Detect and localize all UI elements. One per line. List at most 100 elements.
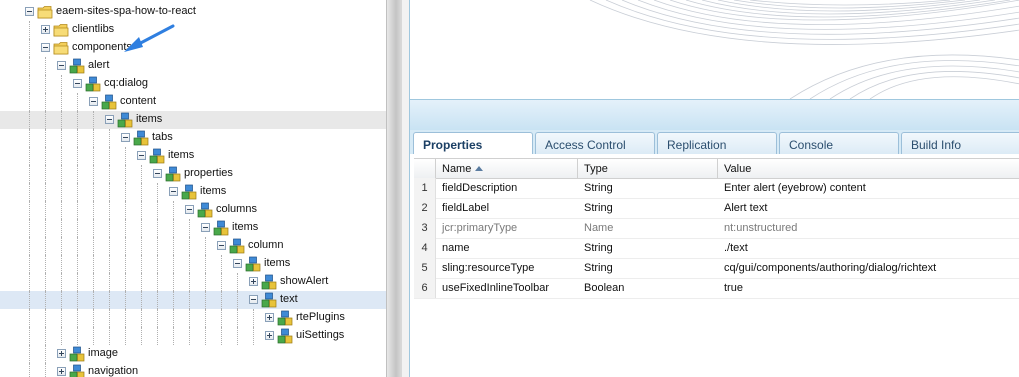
tree-guide-line bbox=[125, 273, 126, 291]
row-number: 1 bbox=[414, 178, 436, 198]
tree-node[interactable]: items bbox=[0, 183, 386, 201]
collapse-icon[interactable] bbox=[25, 7, 34, 16]
tree-guide-line bbox=[125, 183, 126, 201]
collapse-icon[interactable] bbox=[201, 223, 210, 232]
tab-console[interactable]: Console bbox=[779, 132, 899, 154]
table-row[interactable]: 3 jcr:primaryType Name nt:unstructured bbox=[414, 218, 1019, 239]
property-type: String bbox=[584, 242, 613, 254]
tree-guide-line bbox=[77, 183, 78, 201]
tree-guide-line bbox=[109, 219, 110, 237]
tree-node[interactable]: content bbox=[0, 93, 386, 111]
collapse-icon[interactable] bbox=[169, 187, 178, 196]
expand-icon[interactable] bbox=[57, 367, 66, 376]
tab-replication[interactable]: Replication bbox=[657, 132, 777, 154]
tree-node-label: uiSettings bbox=[296, 329, 345, 341]
tab-properties[interactable]: Properties bbox=[413, 132, 533, 155]
tree-node[interactable]: items bbox=[0, 111, 386, 129]
tree-node[interactable]: column bbox=[0, 237, 386, 255]
tree-node[interactable]: properties bbox=[0, 165, 386, 183]
tree-guide-line bbox=[45, 75, 46, 93]
collapse-icon[interactable] bbox=[41, 43, 50, 52]
tree-guide-line bbox=[141, 183, 142, 201]
collapse-icon[interactable] bbox=[89, 97, 98, 106]
tree-guide-line bbox=[29, 57, 30, 75]
property-name: useFixedInlineToolbar bbox=[442, 282, 550, 294]
tree-guide-line bbox=[29, 237, 30, 255]
tree-guide-line bbox=[29, 129, 30, 147]
tree-guide-line bbox=[93, 273, 94, 291]
tree-guide-line bbox=[29, 147, 30, 165]
collapse-icon[interactable] bbox=[153, 169, 162, 178]
collapse-icon[interactable] bbox=[185, 205, 194, 214]
tree-guide-line bbox=[45, 345, 46, 363]
tree-node[interactable]: cq:dialog bbox=[0, 75, 386, 93]
tree-node[interactable]: columns bbox=[0, 201, 386, 219]
tree-node[interactable]: text bbox=[0, 291, 386, 309]
tree-guide-line bbox=[205, 237, 206, 255]
tree-guide-line bbox=[61, 219, 62, 237]
tree-node[interactable]: eaem-sites-spa-how-to-react bbox=[0, 3, 386, 21]
column-header-type[interactable]: Type bbox=[578, 159, 718, 178]
tab-build-info[interactable]: Build Info bbox=[901, 132, 1019, 154]
tab-access-control[interactable]: Access Control bbox=[535, 132, 655, 154]
property-value: nt:unstructured bbox=[724, 222, 798, 234]
tree-node[interactable]: navigation bbox=[0, 363, 386, 377]
collapse-icon[interactable] bbox=[73, 79, 82, 88]
collapse-icon[interactable] bbox=[249, 295, 258, 304]
property-value: Alert text bbox=[724, 202, 768, 214]
column-header-name[interactable]: Name bbox=[436, 159, 578, 178]
table-row[interactable]: 4 name String ./text bbox=[414, 238, 1019, 259]
tree-guide-line bbox=[173, 219, 174, 237]
tree-guide-line bbox=[45, 165, 46, 183]
node-icon bbox=[165, 166, 181, 182]
repository-tree: eaem-sites-spa-how-to-react clientlibs com… bbox=[0, 0, 386, 377]
tree-node[interactable]: items bbox=[0, 147, 386, 165]
tree-node[interactable]: components bbox=[0, 39, 386, 57]
tree-node[interactable]: showAlert bbox=[0, 273, 386, 291]
expand-icon[interactable] bbox=[249, 277, 258, 286]
tree-node[interactable]: items bbox=[0, 255, 386, 273]
tree-node[interactable]: rtePlugins bbox=[0, 309, 386, 327]
tree-node[interactable]: image bbox=[0, 345, 386, 363]
tree-guide-line bbox=[29, 39, 30, 57]
node-icon bbox=[261, 274, 277, 290]
table-row[interactable]: 2 fieldLabel String Alert text bbox=[414, 198, 1019, 219]
tree-guide-line bbox=[141, 291, 142, 309]
tree-guide-line bbox=[205, 327, 206, 345]
tree-node[interactable]: clientlibs bbox=[0, 21, 386, 39]
table-row[interactable]: 1 fieldDescription String Enter alert (eyeb… bbox=[414, 178, 1019, 199]
tree-node[interactable]: alert bbox=[0, 57, 386, 75]
tree-node[interactable]: items bbox=[0, 219, 386, 237]
collapse-icon[interactable] bbox=[105, 115, 114, 124]
collapse-icon[interactable] bbox=[233, 259, 242, 268]
tree-guide-line bbox=[125, 255, 126, 273]
tree-node-label: eaem-sites-spa-how-to-react bbox=[56, 5, 196, 17]
tree-guide-line bbox=[205, 273, 206, 291]
collapse-icon[interactable] bbox=[57, 61, 66, 70]
tree-guide-line bbox=[189, 327, 190, 345]
row-number: 3 bbox=[414, 218, 436, 238]
pane-splitter[interactable] bbox=[386, 0, 402, 377]
tree-guide-line bbox=[173, 237, 174, 255]
property-value: Enter alert (eyebrow) content bbox=[724, 182, 866, 194]
expand-icon[interactable] bbox=[41, 25, 50, 34]
tree-node[interactable]: uiSettings bbox=[0, 327, 386, 345]
table-row[interactable]: 5 sling:resourceType String cq/gui/componen… bbox=[414, 258, 1019, 279]
column-header-value[interactable]: Value bbox=[718, 159, 1019, 178]
collapse-icon[interactable] bbox=[137, 151, 146, 160]
property-type: Boolean bbox=[584, 282, 625, 294]
tree-guide-line bbox=[125, 327, 126, 345]
tree-guide-line bbox=[77, 273, 78, 291]
sort-ascending-icon bbox=[475, 166, 484, 171]
expand-icon[interactable] bbox=[265, 331, 274, 340]
node-icon bbox=[197, 202, 213, 218]
expand-icon[interactable] bbox=[265, 313, 274, 322]
collapse-icon[interactable] bbox=[121, 133, 130, 142]
tree-guide-line bbox=[157, 183, 158, 201]
expand-icon[interactable] bbox=[57, 349, 66, 358]
tree-node[interactable]: tabs bbox=[0, 129, 386, 147]
collapse-icon[interactable] bbox=[217, 241, 226, 250]
table-row[interactable]: 6 useFixedInlineToolbar Boolean true bbox=[414, 278, 1019, 299]
tree-guide-line bbox=[125, 237, 126, 255]
tree-guide-line bbox=[141, 165, 142, 183]
